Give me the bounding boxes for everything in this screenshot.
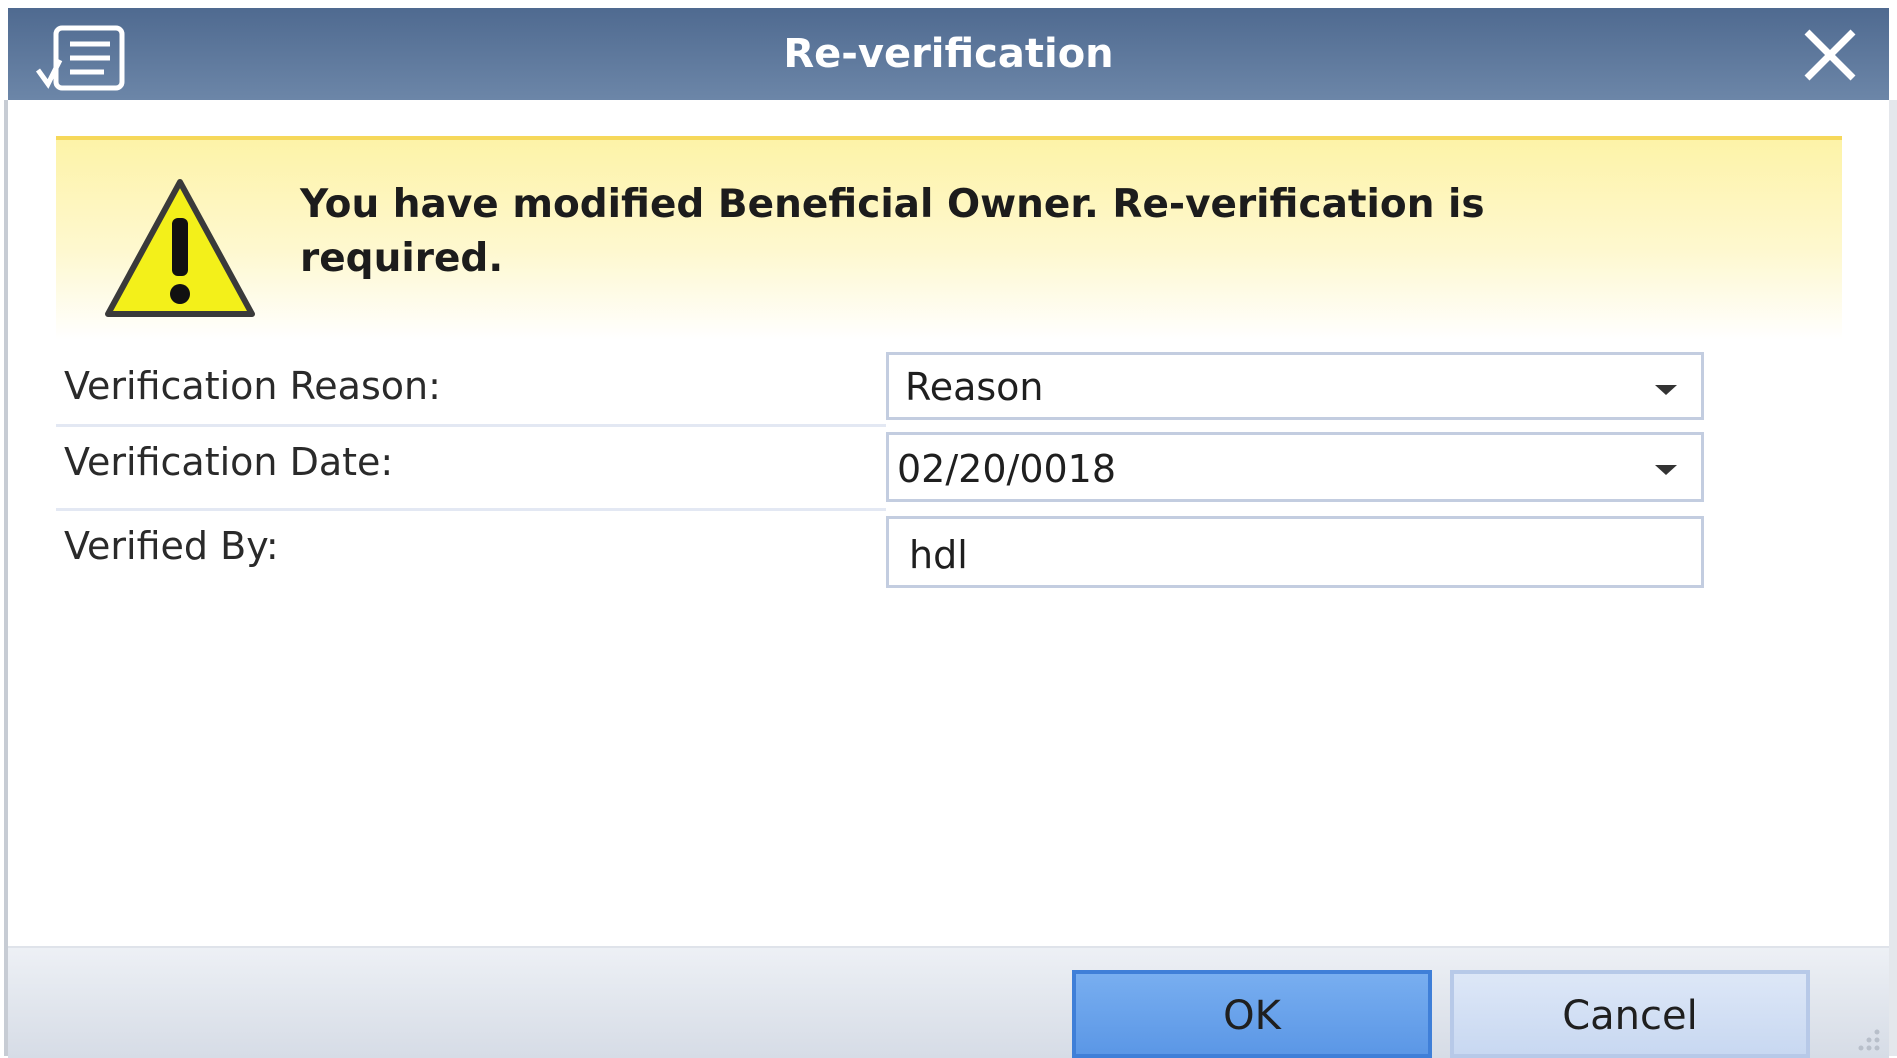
dialog-title: Re-verification — [783, 31, 1114, 77]
verification-date-label: Verification Date: — [64, 440, 394, 484]
verified-by-input[interactable]: hdl — [886, 516, 1704, 588]
window-frame-left — [4, 100, 8, 1056]
verified-by-label: Verified By: — [64, 524, 279, 568]
window-frame-right — [1889, 100, 1897, 1056]
chevron-down-icon[interactable] — [1655, 465, 1677, 475]
cancel-button[interactable]: Cancel — [1450, 970, 1810, 1058]
verified-by-value: hdl — [909, 533, 968, 577]
verification-reason-label: Verification Reason: — [64, 364, 441, 408]
warning-message: You have modified Beneficial Owner. Re-v… — [300, 182, 1485, 281]
warning-icon — [105, 179, 255, 317]
dialog-footer: OK Cancel — [8, 946, 1889, 1058]
row-divider — [56, 508, 886, 511]
title-bar[interactable]: Re-verification — [8, 8, 1889, 100]
verification-date-picker[interactable]: 02/20/0018 — [886, 432, 1704, 502]
warning-banner: You have modified Beneficial Owner. Re-v… — [56, 136, 1842, 340]
verification-reason-dropdown[interactable]: Reason — [886, 352, 1704, 420]
verification-date-value: 02/20/0018 — [897, 447, 1117, 491]
ok-button[interactable]: OK — [1072, 970, 1432, 1058]
re-verification-dialog: Re-verification You have modified Benefi… — [0, 0, 1897, 1058]
row-divider — [56, 424, 886, 427]
verification-reason-value: Reason — [905, 365, 1044, 409]
close-icon[interactable] — [1801, 26, 1859, 84]
chevron-down-icon[interactable] — [1655, 385, 1677, 395]
resize-grip-icon[interactable] — [1843, 1014, 1883, 1054]
